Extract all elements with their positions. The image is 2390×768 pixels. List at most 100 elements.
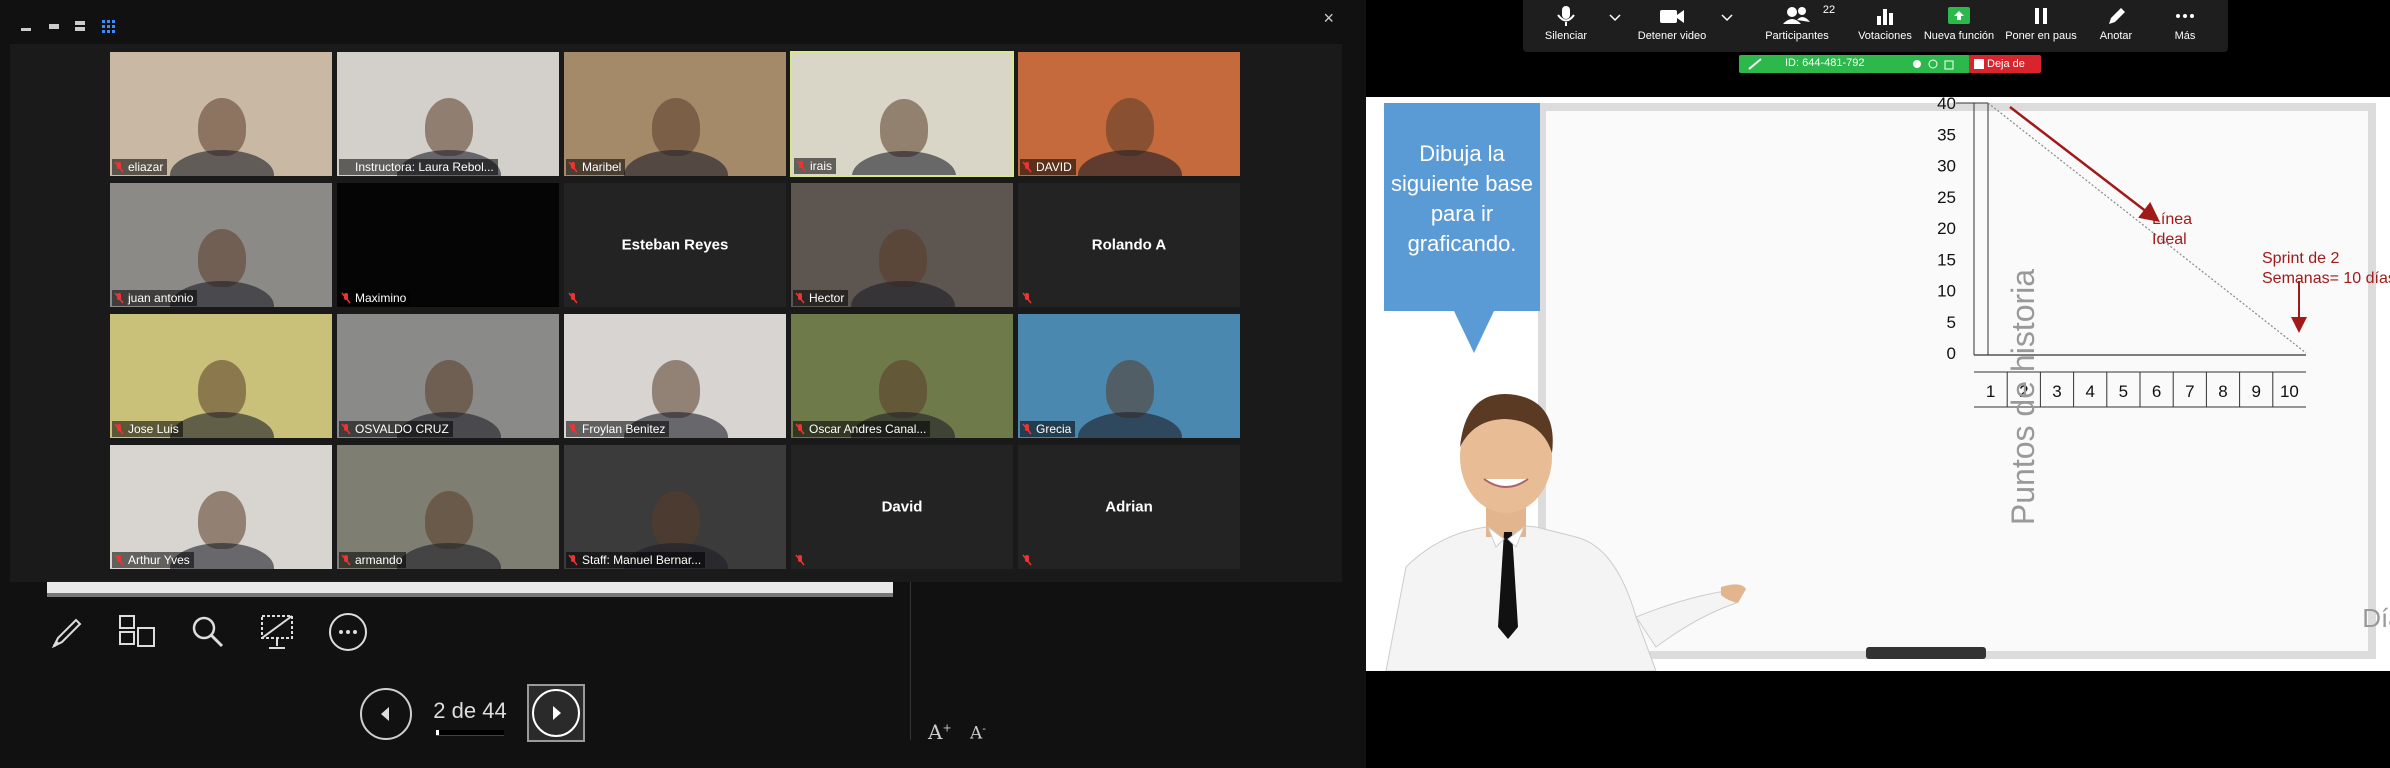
black-screen-button[interactable] (254, 608, 302, 656)
new-share-label: Nueva función (1923, 30, 1995, 42)
zoom-slide-button[interactable] (184, 608, 232, 656)
video-feed (1018, 314, 1240, 438)
participant-name: Arthur Yves (112, 552, 194, 568)
next-slide-button[interactable] (527, 684, 585, 742)
video-feed (337, 314, 559, 438)
stop-share-button[interactable]: Deja de (1969, 55, 2041, 73)
participant-silhouette (1106, 98, 1154, 156)
video-tile[interactable]: DAVID (1017, 51, 1241, 177)
video-tile[interactable]: Maximino (336, 182, 560, 308)
video-tile[interactable]: Esteban Reyes (563, 182, 787, 308)
muted-microphone-icon (795, 292, 805, 304)
x-tick-label: 7 (2185, 382, 2194, 401)
more-button[interactable]: Más (2153, 4, 2217, 42)
muted-microphone-icon (568, 292, 578, 304)
shared-screen: Silenciar Detener video Participantes 22… (1366, 0, 2390, 768)
minimize-video-button[interactable] (18, 18, 36, 34)
font-up-label: A (928, 720, 943, 744)
ideal-line-arrow (2009, 106, 2160, 223)
increase-font-button[interactable]: A+ (928, 720, 952, 744)
video-tile[interactable]: Arthur Yves (109, 444, 333, 570)
presenter-view: 2 de 44 A+ A- × eliazar Instructora: Laur… (0, 0, 1366, 768)
video-tile[interactable]: Hector (790, 182, 1014, 308)
see-all-slides-button[interactable] (112, 608, 160, 656)
strip-view-icon (49, 24, 59, 29)
participant-name: Oscar Andres Canal... (793, 421, 931, 437)
annotate-button[interactable]: Anotar (2083, 4, 2149, 42)
participants-count: 22 (1822, 4, 1836, 16)
polls-label: Votaciones (1858, 30, 1912, 42)
video-feed (337, 52, 559, 176)
stop-video-button[interactable]: Detener video (1627, 4, 1717, 42)
participant-silhouette (652, 360, 700, 418)
chevron-down-icon (1609, 14, 1621, 22)
next-circle (532, 689, 580, 737)
gallery-view-window: × eliazar Instructora: Laura Rebol... Mari… (10, 6, 1342, 582)
participant-name: Froylan Benitez (566, 421, 670, 437)
bubble-text: Dibuja la siguiente base para ir grafica… (1391, 141, 1533, 256)
x-axis-label: Días (2362, 603, 2390, 633)
video-tile[interactable]: Adrian (1017, 444, 1241, 570)
video-tile[interactable]: Jose Luis (109, 313, 333, 439)
video-tile[interactable]: eliazar (109, 51, 333, 177)
strip-view-button[interactable] (46, 18, 64, 34)
muted-microphone-icon (568, 554, 578, 566)
participant-name: David (881, 498, 923, 516)
minimize-icon (21, 28, 31, 31)
x-tick-label: 10 (2280, 382, 2299, 401)
video-tile[interactable]: armando (336, 444, 560, 570)
more-icon (329, 613, 367, 651)
polls-button[interactable]: Votaciones (1853, 4, 1917, 42)
pen-tool-button[interactable] (44, 608, 92, 656)
chart-y-ticks: 0 5 10 15 20 25 30 35 40 (1937, 97, 1956, 363)
page-progress-fill (436, 730, 440, 735)
audio-options-caret[interactable] (1607, 14, 1623, 24)
pause-icon (2035, 8, 2047, 24)
more-label: Más (2174, 30, 2196, 42)
video-tile[interactable]: OSVALDO CRUZ (336, 313, 560, 439)
speaker-view-button[interactable] (72, 18, 90, 34)
x-tick-label: 4 (2085, 382, 2094, 401)
video-tile[interactable]: irais (790, 51, 1014, 177)
video-tile[interactable]: Instructora: Laura Rebol... (336, 51, 560, 177)
video-tile[interactable]: Staff: Manuel Bernar... (563, 444, 787, 570)
meeting-toolbar: Silenciar Detener video Participantes 22… (1523, 0, 2228, 52)
triangle-left-icon (381, 707, 389, 721)
more-options-button[interactable] (324, 608, 372, 656)
font-down-label: A (970, 723, 983, 744)
video-tile[interactable]: Maribel (563, 51, 787, 177)
participant-body (170, 150, 274, 176)
video-tile[interactable]: Froylan Benitez (563, 313, 787, 439)
video-tile[interactable]: Grecia (1017, 313, 1241, 439)
participant-silhouette (198, 491, 246, 549)
muted-microphone-icon (795, 423, 805, 435)
previous-slide-button[interactable] (360, 688, 412, 740)
video-tile[interactable]: Oscar Andres Canal... (790, 313, 1014, 439)
stop-share-label: Deja de (1987, 58, 2025, 70)
participant-silhouette (652, 98, 700, 156)
gallery-view-button[interactable] (100, 18, 118, 34)
muted-microphone-icon (114, 554, 124, 566)
mute-button[interactable]: Silenciar (1533, 4, 1599, 42)
x-tick-label: 3 (2052, 382, 2061, 401)
participant-silhouette (880, 99, 928, 157)
triangle-right-icon (553, 706, 561, 720)
video-tile[interactable]: juan antonio (109, 182, 333, 308)
y-tick-label: 15 (1937, 250, 1956, 269)
signal-icon (1748, 58, 1762, 70)
close-gallery-button[interactable]: × (1323, 8, 1334, 29)
microphone-icon (1557, 6, 1575, 26)
participant-silhouette (198, 360, 246, 418)
video-tile[interactable]: Rolando A (1017, 182, 1241, 308)
video-options-caret[interactable] (1719, 14, 1735, 24)
pen-icon (51, 618, 82, 649)
new-share-button[interactable]: Nueva función (1919, 4, 1999, 42)
pause-share-button[interactable]: Poner en paus (2001, 4, 2081, 42)
video-feed (564, 445, 786, 569)
decrease-font-button[interactable]: A- (970, 722, 986, 744)
video-tile[interactable]: David (790, 444, 1014, 570)
y-tick-label: 20 (1937, 219, 1956, 238)
mute-label: Silenciar (1544, 30, 1588, 42)
pencil-icon (2109, 8, 2125, 24)
stop-icon (1974, 59, 1984, 69)
